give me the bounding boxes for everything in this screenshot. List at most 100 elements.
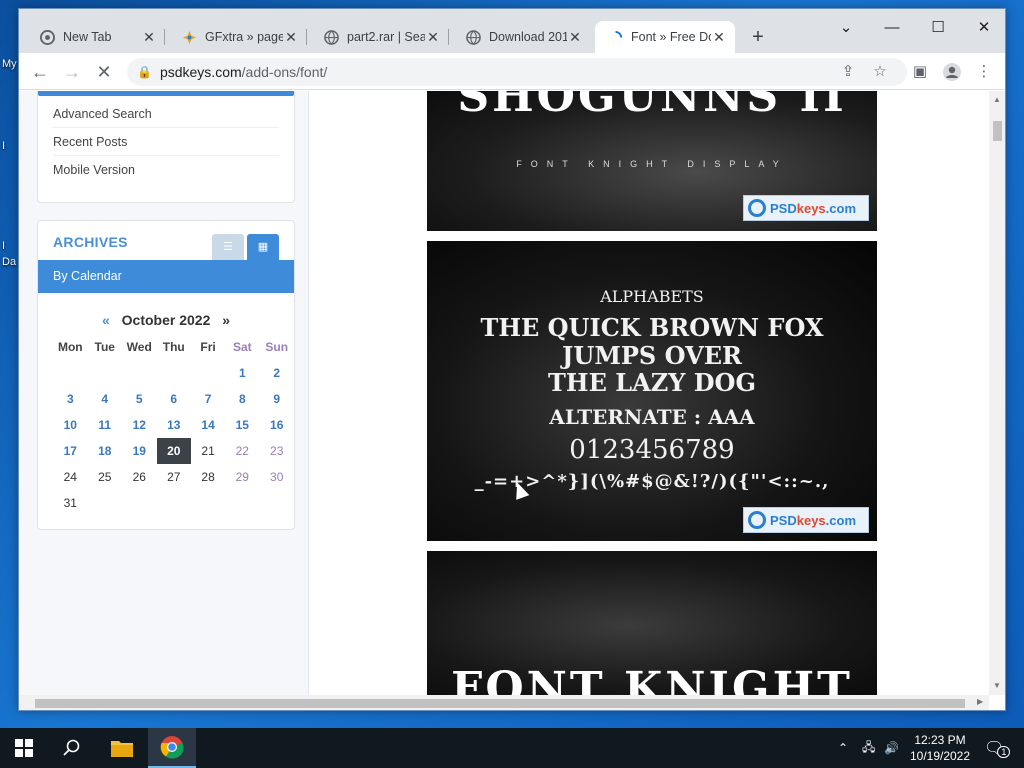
desktop-icon-label[interactable]: My [2,58,17,70]
calendar-day-link[interactable]: 7 [191,386,225,412]
preview-line: THE LAZY DOG [548,368,756,397]
calendar-view-icon[interactable]: ▦ [247,234,279,260]
calendar-day-link[interactable]: 12 [122,412,157,438]
links-card: Advanced Search Recent Posts Mobile Vers… [37,91,295,203]
maximize-button[interactable]: ☐ [915,13,961,43]
chrome-taskbar-button[interactable] [148,728,196,768]
link-mobile-version[interactable]: Mobile Version [53,156,279,184]
search-icon [63,739,80,756]
desktop-icon-label[interactable]: Da [2,256,16,268]
link-recent-posts[interactable]: Recent Posts [53,128,279,156]
calendar-day-link[interactable]: 10 [53,412,88,438]
calendar-day-link[interactable]: 18 [88,438,122,464]
calendar-day-link[interactable]: 2 [259,360,294,386]
address-bar[interactable]: 🔒 psdkeys.com/add-ons/font/ [127,58,907,86]
font-preview-image-3[interactable]: FONT KNIGHT [427,551,877,695]
lock-icon[interactable]: 🔒 [137,65,152,79]
calendar-day-link[interactable]: 9 [259,386,294,412]
back-arrow-icon[interactable]: ← [27,59,53,85]
psdkeys-logo-icon [748,199,766,217]
profile-avatar-icon[interactable] [939,59,965,85]
calendar-empty-cell [225,490,259,516]
new-tab-button[interactable]: + [746,26,770,50]
calendar-day: 25 [98,470,112,484]
calendar-empty-cell [157,490,191,516]
network-icon[interactable]: 🖧 [862,728,875,768]
scroll-right-icon[interactable]: ▶ [977,697,983,706]
calendar-day-link[interactable]: 8 [225,386,259,412]
close-icon[interactable]: ✕ [711,29,727,46]
weekday: Tue [94,340,115,354]
tab-search-icon[interactable]: ⌄ [823,13,869,43]
search-button[interactable] [48,728,96,768]
vertical-scrollbar[interactable]: ▲ ▼ [989,91,1005,695]
close-icon[interactable]: ✕ [283,29,299,46]
close-icon[interactable]: ✕ [567,29,583,46]
font-preview-image-2[interactable]: ALPHABETS THE QUICK BROWN FOX JUMPS OVER… [427,241,877,541]
menu-kebab-icon[interactable]: ⋮ [971,59,997,85]
tab-part2[interactable]: part2.rar | Sear ✕ [311,21,449,53]
forward-arrow-icon[interactable]: → [59,59,85,85]
start-button[interactable] [0,728,48,768]
psdkeys-badge: PSDkeys.com [743,195,869,221]
minimize-button[interactable]: — [869,13,915,43]
stop-loading-icon[interactable]: ✕ [91,59,117,85]
next-month-button[interactable]: » [222,312,230,328]
clock-time: 12:23 PM [914,733,966,747]
weekday: Sun [265,340,289,354]
show-hidden-icons-button[interactable]: ⌃ [838,728,848,768]
calendar-day-link[interactable]: 13 [157,412,191,438]
notifications-button[interactable]: 🗨 1 [984,728,1011,768]
font-preview-image-1[interactable]: SHOGUNNS II FONT KNIGHT DISPLAY PSDkeys.… [427,91,877,231]
scroll-thumb[interactable] [993,121,1002,141]
tab-font-active[interactable]: Font » Free Do ✕ [595,21,735,53]
prev-month-button[interactable]: « [102,312,110,328]
list-view-icon[interactable]: ☰ [212,234,244,260]
close-icon[interactable]: ✕ [425,29,441,46]
horizontal-scrollbar[interactable]: ▶ [19,695,989,710]
globe-icon [323,29,339,45]
calendar-empty-cell [157,360,191,386]
calendar-day-link[interactable]: 3 [53,386,88,412]
calendar-day-link[interactable]: 19 [122,438,157,464]
tab-download[interactable]: Download 201 ✕ [453,21,591,53]
calendar-day-link[interactable]: 5 [122,386,157,412]
volume-icon[interactable]: 🔊 [884,728,899,768]
clock-date: 10/19/2022 [909,749,971,763]
calendar-day-link[interactable]: 16 [259,412,294,438]
calendar-day-link[interactable]: 17 [53,438,88,464]
calendar-day-link[interactable]: 11 [88,412,122,438]
scroll-down-icon[interactable]: ▼ [989,681,1005,690]
side-panel-icon[interactable]: ▣ [907,59,933,85]
calendar-day-today[interactable]: 20 [156,438,191,464]
tab-new-tab[interactable]: New Tab ✕ [27,21,165,53]
desktop-icon-label[interactable]: I [2,140,5,152]
calendar-empty-cell [88,360,122,386]
calendar-day-link[interactable]: 4 [88,386,122,412]
close-icon[interactable]: ✕ [141,29,157,46]
scroll-thumb[interactable] [35,699,965,708]
preview-subtitle: FONT KNIGHT DISPLAY [516,159,788,169]
browser-window: New Tab ✕ GFxtra » page ✕ part2.rar | Se… [18,8,1006,711]
close-window-button[interactable]: ✕ [961,13,1005,43]
link-advanced-search[interactable]: Advanced Search [53,100,279,128]
tab-gfxtra[interactable]: GFxtra » page ✕ [169,21,307,53]
psdkeys-logo-icon [748,511,766,529]
calendar-day-link[interactable]: 6 [157,386,191,412]
desktop-icon-label[interactable]: I [2,240,5,252]
calendar-day-link[interactable]: 1 [225,360,259,386]
share-icon[interactable]: ⇪ [835,59,861,85]
globe-icon [465,29,481,45]
scroll-up-icon[interactable]: ▲ [989,95,1005,104]
calendar-day: 31 [63,496,77,510]
file-explorer-button[interactable] [98,728,146,768]
preview-line: 0123456789 [569,435,735,465]
calendar-day-link[interactable]: 14 [191,412,225,438]
chrome-icon [39,29,55,45]
sidebar: Advanced Search Recent Posts Mobile Vers… [19,91,309,695]
bookmark-star-icon[interactable]: ☆ [867,59,893,85]
system-clock[interactable]: 12:23 PM 10/19/2022 [900,732,980,764]
calendar-day-link[interactable]: 15 [225,412,259,438]
url-text: psdkeys.com/add-ons/font/ [160,64,327,80]
preview-title: SHOGUNNS II [457,91,847,122]
